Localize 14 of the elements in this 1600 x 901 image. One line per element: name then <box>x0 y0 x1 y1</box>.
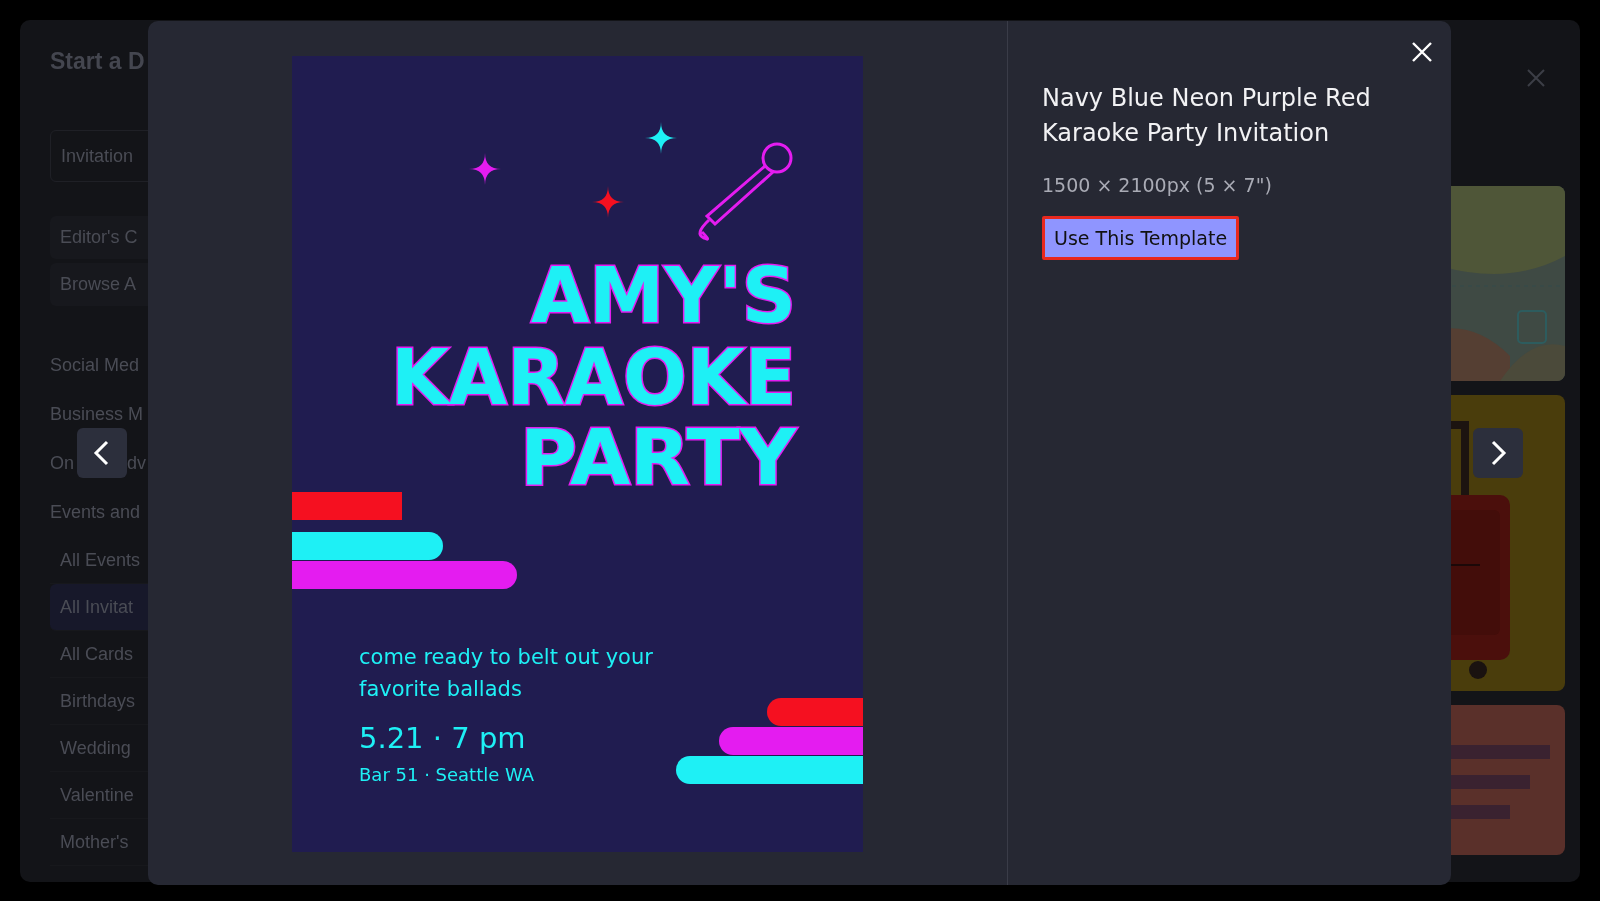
use-template-button[interactable]: Use This Template <box>1042 215 1240 260</box>
next-button[interactable] <box>1473 428 1523 478</box>
previous-button[interactable] <box>77 428 127 478</box>
poster-tagline: favorite ballads <box>359 677 522 701</box>
sidebar-heading-text[interactable]: On <box>50 450 74 477</box>
sidebar-heading-text[interactable]: dv <box>127 450 147 477</box>
template-size: 1500 × 2100px (5 × 7") <box>1042 173 1273 198</box>
microphone-icon <box>698 142 793 241</box>
poster-title: AMY'S <box>531 251 799 340</box>
poster-tagline: come ready to belt out your <box>359 645 653 669</box>
close-icon[interactable] <box>1526 68 1546 88</box>
poster-date: 5.21 · 7 pm <box>359 721 526 755</box>
poster-venue: Bar 51 · Seattle WA <box>359 764 535 785</box>
template-title: Navy Blue Neon Purple Red Karaoke Party Invitation <box>1042 83 1372 149</box>
